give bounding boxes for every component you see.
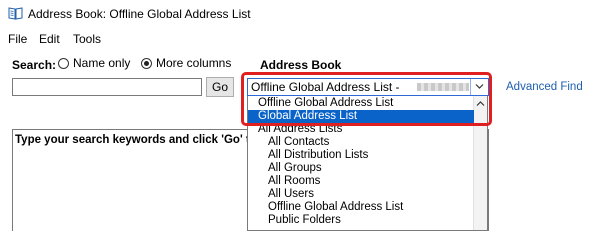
list-item-label: All Contacts — [268, 136, 330, 148]
list-item-label: All Distribution Lists — [268, 149, 369, 161]
list-item[interactable]: Public Folders — [248, 214, 474, 227]
highlight-annotation — [241, 72, 492, 126]
list-item[interactable]: All Rooms — [248, 175, 474, 188]
address-book-icon — [8, 7, 23, 20]
radio-button-checked[interactable] — [141, 58, 152, 69]
title-bar: Address Book: Offline Global Address Lis… — [0, 0, 601, 28]
results-message: Type your search keywords and click 'Go'… — [15, 134, 257, 146]
search-label: Search: — [12, 58, 57, 72]
list-item[interactable]: All Distribution Lists — [248, 149, 474, 162]
list-item-label: All Groups — [268, 162, 322, 174]
menu-tools[interactable]: Tools — [73, 32, 101, 46]
menu-edit[interactable]: Edit — [39, 32, 60, 46]
results-border — [488, 129, 489, 231]
list-item-label: All Users — [268, 188, 315, 200]
radio-more-columns[interactable]: More columns — [141, 56, 231, 72]
address-book-label: Address Book — [260, 58, 342, 72]
menu-file[interactable]: File — [8, 32, 27, 46]
radio-button-unchecked[interactable] — [58, 58, 69, 69]
list-item[interactable]: All Groups — [248, 162, 474, 175]
results-pane: Type your search keywords and click 'Go'… — [12, 129, 257, 231]
advanced-find-link[interactable]: Advanced Find — [506, 81, 583, 93]
radio-more-columns-label: More columns — [156, 56, 232, 70]
window-title: Address Book: Offline Global Address Lis… — [28, 7, 251, 21]
radio-name-only-label: Name only — [73, 56, 131, 70]
list-item-label: Public Folders — [268, 214, 341, 226]
menu-bar: File Edit Tools — [0, 30, 601, 48]
list-item-label: All Rooms — [268, 175, 321, 187]
search-input[interactable] — [12, 78, 202, 96]
list-item[interactable]: Offline Global Address List — [248, 201, 474, 214]
list-item[interactable]: All Users — [248, 188, 474, 201]
go-button[interactable]: Go — [206, 77, 234, 97]
list-item[interactable]: All Contacts — [248, 136, 474, 149]
list-item-label: Offline Global Address List — [268, 201, 404, 213]
radio-name-only[interactable]: Name only — [58, 56, 130, 72]
